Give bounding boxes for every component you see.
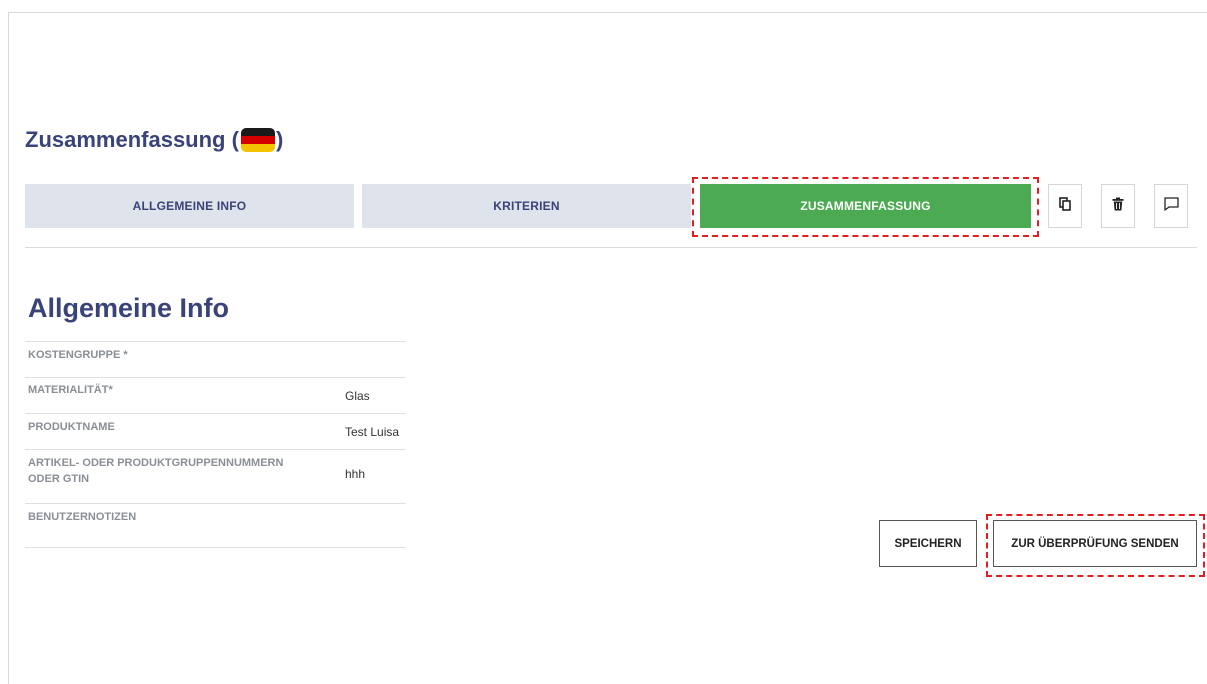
section-title: Allgemeine Info [28,293,230,323]
germany-flag-icon [240,128,275,152]
info-row-kostengruppe: KOSTENGRUPPE * [25,341,406,377]
info-table-end-divider [25,547,406,548]
frame-top-border [8,12,1207,13]
comment-button[interactable] [1154,184,1188,228]
tab-allgemeine-info[interactable]: ALLGEMEINE INFO [25,184,354,228]
info-label: BENUTZERNOTIZEN [28,511,137,523]
tab-kriterien[interactable]: KRITERIEN [362,184,691,228]
save-button[interactable]: SPEICHERN [879,520,977,567]
copy-button[interactable] [1048,184,1082,228]
copy-icon [1059,196,1071,216]
tabs-divider [25,247,1197,248]
info-value: Glas [345,389,370,403]
delete-button[interactable] [1101,184,1135,228]
info-row-produktname: PRODUKTNAME Test Luisa [25,413,406,449]
page-title-text: Zusammenfassung ( [25,127,239,152]
info-label: KOSTENGRUPPE * [28,349,128,361]
info-label: ARTIKEL- ODER PRODUKTGRUPPENNUMMERN ODER… [28,457,284,485]
tab-label: ALLGEMEINE INFO [132,199,247,213]
page-title-suffix: ) [275,127,284,152]
tab-label: KRITERIEN [493,199,560,213]
info-label: PRODUKTNAME [28,421,115,433]
trash-icon [1112,197,1124,216]
page-title: Zusammenfassung ( ) [25,127,283,153]
info-table: KOSTENGRUPPE * MATERIALITÄT* Glas PRODUK… [25,341,406,548]
save-button-label: SPEICHERN [894,537,962,550]
frame-left-border [8,12,9,684]
info-row-artikelnummer: ARTIKEL- ODER PRODUKTGRUPPENNUMMERN ODER… [25,449,406,503]
info-value: Test Luisa [345,425,400,439]
highlight-box-tab [692,177,1039,237]
info-row-benutzernotizen: BENUTZERNOTIZEN [25,503,406,540]
info-label: MATERIALITÄT* [28,384,113,396]
highlight-box-submit [986,514,1205,577]
info-value: hhh [345,467,366,481]
info-row-materialitaet: MATERIALITÄT* Glas [25,377,406,413]
comment-icon [1163,196,1179,216]
